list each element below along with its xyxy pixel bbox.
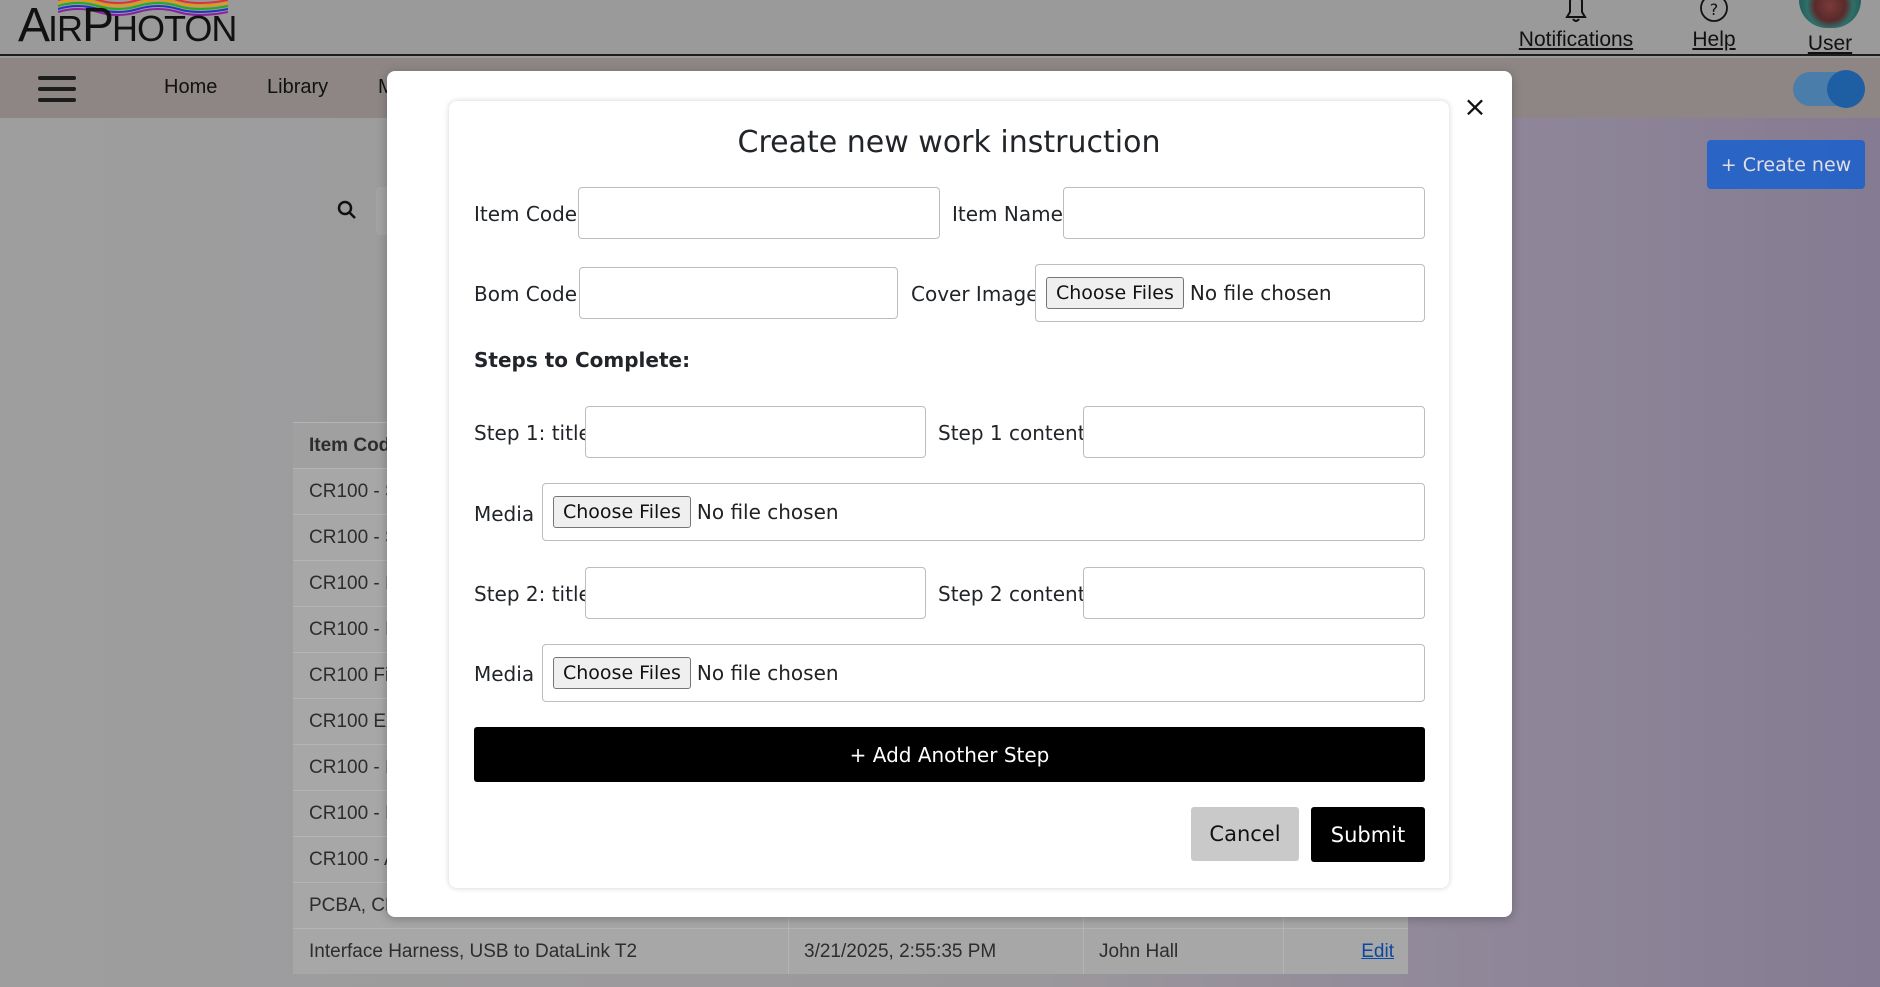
cell-date: 3/21/2025, 2:55:35 PM (804, 941, 997, 962)
step-1-content-input[interactable] (1083, 406, 1425, 458)
step-2-media-label: Media (474, 662, 535, 686)
step-1-content-label: Step 1 content: (938, 421, 1093, 445)
item-name-label: Item Name (952, 202, 1063, 226)
steps-heading: Steps to Complete: (474, 348, 691, 372)
column-header-item-code: Item Cod (309, 435, 391, 456)
item-code-label: Item Code (474, 202, 578, 226)
add-another-step-button[interactable]: + Add Another Step (474, 727, 1425, 782)
submit-button[interactable]: Submit (1311, 807, 1425, 862)
step-1-media-file-input[interactable]: Choose Files No file chosen (542, 483, 1425, 541)
step-1-title-label: Step 1: title (474, 421, 591, 445)
cancel-button[interactable]: Cancel (1191, 807, 1299, 861)
step-1-title-input[interactable] (585, 406, 926, 458)
modal-title: Create new work instruction (737, 125, 1161, 160)
svg-text:?: ? (1710, 0, 1719, 19)
hamburger-menu-icon[interactable] (38, 76, 76, 102)
edit-link[interactable]: Edit (1361, 941, 1394, 963)
bom-code-label: Bom Code (474, 282, 577, 306)
notifications-link[interactable]: Notifications (1518, 0, 1634, 56)
choose-files-button[interactable]: Choose Files (1046, 277, 1184, 309)
search-icon (337, 200, 356, 219)
step-2-title-input[interactable] (585, 567, 926, 619)
create-new-button[interactable]: + Create new (1707, 140, 1865, 189)
airphoton-logo[interactable]: AIRPHOTON (18, 0, 237, 54)
step-1-media-label: Media (474, 502, 535, 526)
file-status: No file chosen (696, 500, 839, 524)
step-2-content-input[interactable] (1083, 567, 1425, 619)
notifications-label: Notifications (1518, 28, 1634, 51)
cover-image-file-input[interactable]: Choose Files No file chosen (1035, 264, 1425, 322)
avatar (1799, 0, 1861, 28)
file-status: No file chosen (1189, 281, 1332, 305)
choose-files-button[interactable]: Choose Files (553, 657, 691, 689)
file-status: No file chosen (696, 661, 839, 685)
bell-icon (1565, 0, 1587, 22)
table-row: Interface Harness, USB to DataLink T2 3/… (293, 928, 1408, 974)
close-icon[interactable]: × (1462, 93, 1488, 121)
cell-author: John Hall (1099, 941, 1179, 962)
help-circle-icon: ? (1700, 0, 1728, 22)
step-2-media-file-input[interactable]: Choose Files No file chosen (542, 644, 1425, 702)
user-label: User (1807, 32, 1853, 55)
cell-item-name: Interface Harness, USB to DataLink T2 (309, 941, 638, 962)
nav-item-library[interactable]: Library (267, 76, 328, 99)
logo-text: AIRPHOTON (18, 0, 237, 52)
user-menu[interactable]: User (1790, 0, 1870, 56)
theme-toggle[interactable] (1793, 70, 1865, 108)
step-2-content-label: Step 2 content: (938, 582, 1093, 606)
nav-item-home[interactable]: Home (164, 76, 217, 99)
item-code-input[interactable] (578, 187, 940, 239)
help-label: Help (1692, 28, 1736, 51)
cover-image-label: Cover Image (911, 282, 1039, 306)
top-header: AIRPHOTON Notifications ? Help User (0, 0, 1880, 56)
step-2-title-label: Step 2: title (474, 582, 591, 606)
choose-files-button[interactable]: Choose Files (553, 496, 691, 528)
bom-code-input[interactable] (579, 267, 898, 319)
help-link[interactable]: ? Help (1684, 0, 1744, 56)
item-name-input[interactable] (1063, 187, 1425, 239)
